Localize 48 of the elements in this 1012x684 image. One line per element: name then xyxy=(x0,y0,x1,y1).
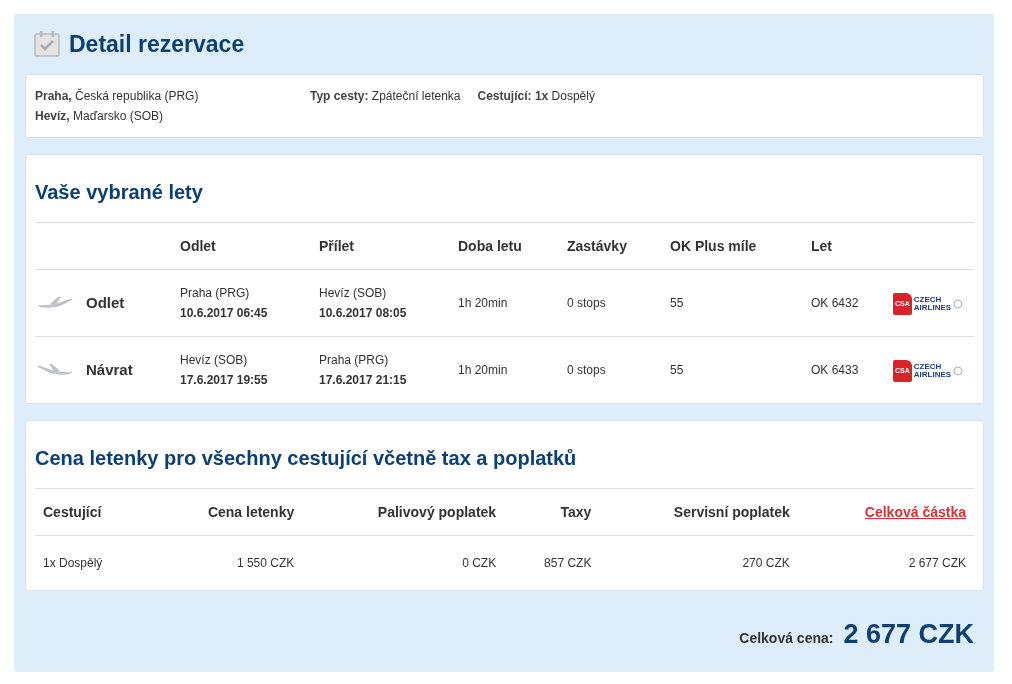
table-cell: 1x Dospělý xyxy=(43,556,103,570)
datetime-text: 10.6.2017 08:05 xyxy=(319,305,408,322)
passengers-text: Cestující: 1x Dospělý xyxy=(477,88,595,105)
column-header: Let xyxy=(810,223,892,270)
table-cell: 1 550 CZK xyxy=(236,556,295,570)
flight-direction-label: Návrat xyxy=(86,360,133,380)
datetime-text: 10.6.2017 06:45 xyxy=(180,305,269,322)
duration-text: 1h 20min xyxy=(458,363,508,377)
airport-text: Hevíz (SOB) xyxy=(180,352,249,369)
section-title: Cena letenky pro všechny cestující včetně tax a poplatků xyxy=(35,421,974,489)
trip-type-text: Typ cesty: Zpáteční letenka xyxy=(310,88,461,105)
datetime-text: 17.6.2017 19:55 xyxy=(180,372,269,389)
airport-text: Hevíz (SOB) xyxy=(319,285,388,302)
column-header: Odlet xyxy=(179,223,318,270)
column-header: Zastávky xyxy=(566,223,669,270)
column-header: Cestující xyxy=(43,504,102,520)
datetime-text: 17.6.2017 21:15 xyxy=(319,372,408,389)
airport-text: Praha (PRG) xyxy=(180,285,251,302)
table-cell: 2 677 CZK xyxy=(908,556,966,570)
column-header: Doba letu xyxy=(457,223,566,270)
column-header: Palivový poplatek xyxy=(377,504,497,520)
column-header: Taxy xyxy=(560,504,592,520)
flight-direction-label: Odlet xyxy=(86,293,125,313)
table-cell: 0 CZK xyxy=(462,556,497,570)
airplane-icon xyxy=(36,363,74,377)
total-price: 2 677 CZK xyxy=(843,619,974,650)
table-cell: 270 CZK xyxy=(742,556,790,570)
column-header: OK Plus míle xyxy=(669,223,810,270)
airplane-icon xyxy=(36,296,74,310)
total-amount-link[interactable]: Celková částka xyxy=(864,504,966,520)
miles-text: 55 xyxy=(670,296,684,310)
stops-text: 0 stops xyxy=(567,363,606,377)
duration-text: 1h 20min xyxy=(458,296,508,310)
stops-text: 0 stops xyxy=(567,296,606,310)
column-header: Servisní poplatek xyxy=(673,504,790,520)
flight-number-text: OK 6433 xyxy=(811,363,859,377)
total-label: Celková cena: xyxy=(739,630,834,646)
page-title: Detail rezervace xyxy=(69,30,245,58)
column-header: Přílet xyxy=(318,223,457,270)
section-title: Vaše vybrané lety xyxy=(35,155,974,223)
airport-text: Praha (PRG) xyxy=(319,352,390,369)
calendar-check-icon xyxy=(33,30,61,58)
table-cell: 857 CZK xyxy=(544,556,592,570)
miles-text: 55 xyxy=(670,363,684,377)
column-header: Cena letenky xyxy=(207,504,295,520)
route-text: Praha, Česká republika (PRG) xyxy=(35,87,200,105)
flight-number-text: OK 6432 xyxy=(811,296,859,310)
route-text: Hevíz, Maďarsko (SOB) xyxy=(35,108,165,125)
